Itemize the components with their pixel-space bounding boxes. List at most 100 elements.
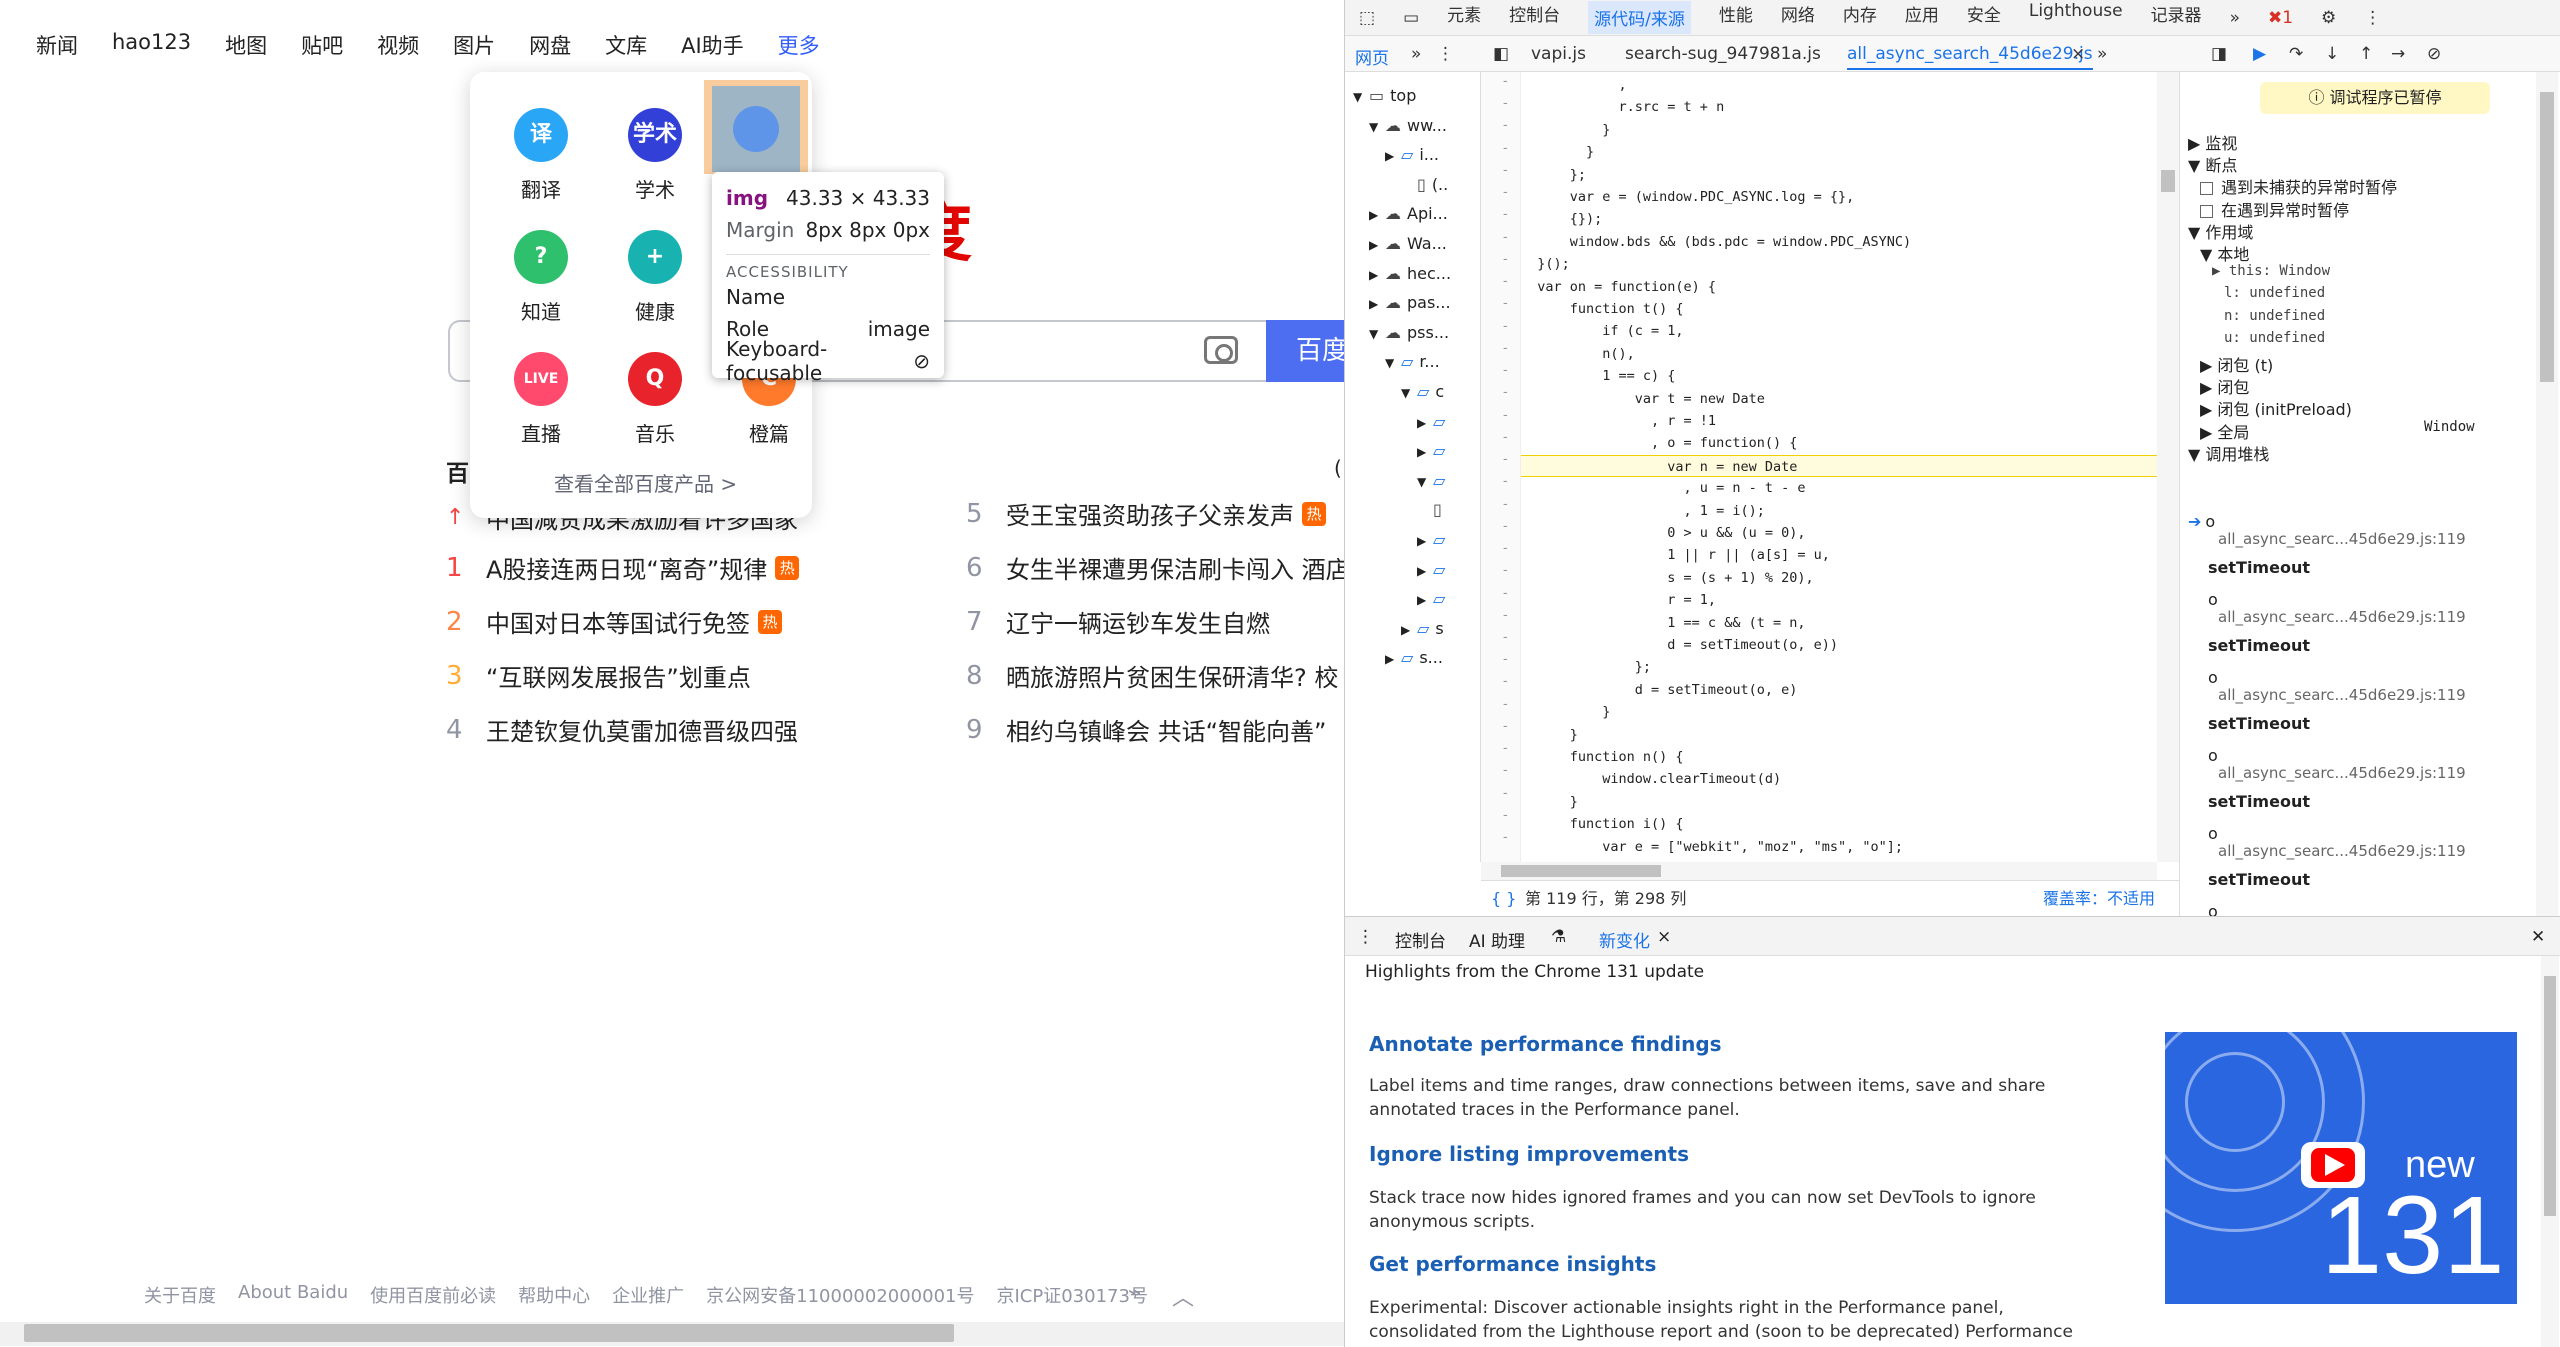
- tree-node[interactable]: ▼ ▱ c: [1401, 378, 1444, 406]
- hot-item[interactable]: 3 “互联网发展报告”划重点: [446, 658, 751, 693]
- tree-node[interactable]: ▼ ☁ ww...: [1369, 112, 1447, 140]
- drawer-tab-console[interactable]: 控制台: [1395, 927, 1446, 952]
- error-badge[interactable]: ✖1: [2268, 8, 2293, 28]
- whats-new-heading[interactable]: Ignore listing improvements: [1369, 1142, 1689, 1166]
- footer-link[interactable]: About Baidu: [238, 1282, 348, 1308]
- nav-item-2[interactable]: 地图: [225, 30, 267, 64]
- chevron-right-icon[interactable]: ▶: [1417, 438, 1433, 466]
- camera-icon[interactable]: [1204, 336, 1238, 364]
- debug-item[interactable]: 在遇到异常时暂停: [2200, 197, 2349, 221]
- gutter-dash[interactable]: -: [1503, 141, 1508, 156]
- gutter-dash[interactable]: -: [1503, 385, 1508, 400]
- chevron-right-icon[interactable]: ▶: [1401, 616, 1417, 644]
- sidebar-scroll-thumb[interactable]: [2540, 92, 2554, 382]
- gutter-dash[interactable]: -: [1503, 786, 1508, 801]
- tree-node[interactable]: ▼ ☁ pss...: [1369, 319, 1449, 347]
- chevron-right-icon[interactable]: ▶: [1417, 557, 1433, 585]
- chevron-down-icon[interactable]: ▼: [1369, 320, 1385, 348]
- devtools-tab-1[interactable]: 控制台: [1509, 1, 1560, 34]
- tree-node[interactable]: ▶ ▱: [1417, 526, 1451, 554]
- nav-item-5[interactable]: 图片: [453, 30, 495, 64]
- gutter-dash[interactable]: -: [1503, 541, 1508, 556]
- nav-item-3[interactable]: 贴吧: [301, 30, 343, 64]
- callstack-frame[interactable]: o all_async_searc...45d6e29.js:119: [2188, 668, 2528, 704]
- gutter-dash[interactable]: -: [1503, 763, 1508, 778]
- gutter-dash[interactable]: -: [1503, 408, 1508, 423]
- more-icon[interactable]: »: [1411, 44, 1421, 64]
- code-editor[interactable]: , r.src = t + n } } }; var e = (window.P…: [1521, 72, 2157, 862]
- footer-link[interactable]: 使用百度前必读: [370, 1282, 496, 1308]
- debug-item[interactable]: l: undefined: [2224, 285, 2325, 301]
- chevron-right-icon[interactable]: ▶: [1369, 290, 1385, 318]
- gutter-dash[interactable]: -: [1503, 118, 1508, 133]
- tree-node[interactable]: ▶ ☁ hec...: [1369, 260, 1451, 288]
- gutter-dash[interactable]: -: [1503, 719, 1508, 734]
- hot-search-refresh[interactable]: (: [1334, 456, 1342, 480]
- step-out-icon[interactable]: ↑: [2359, 44, 2373, 64]
- app-health[interactable]: + 健康: [610, 230, 700, 325]
- more-tabs-icon[interactable]: »: [2230, 8, 2240, 28]
- debug-item[interactable]: ▼ 调用堆栈: [2188, 441, 2269, 465]
- devtools-tab-2[interactable]: 源代码/来源: [1588, 1, 1691, 34]
- footer-link[interactable]: 京ICP证030173号: [997, 1282, 1148, 1308]
- chevron-down-icon[interactable]: ▼: [1353, 83, 1369, 111]
- deactivate-breakpoints-icon[interactable]: ⊘: [2427, 44, 2441, 64]
- gutter-dash[interactable]: -: [1503, 96, 1508, 111]
- debug-item[interactable]: ▶ 闭包 (t): [2200, 352, 2273, 376]
- gutter-dash[interactable]: -: [1503, 697, 1508, 712]
- gutter-dash[interactable]: -: [1503, 207, 1508, 222]
- tree-node[interactable]: ▼ ▭ top: [1353, 82, 1416, 110]
- pretty-print-icon[interactable]: { }: [1491, 881, 1516, 917]
- tree-node[interactable]: ▶ ▱: [1417, 556, 1451, 584]
- tree-node[interactable]: ▯ (..: [1401, 171, 1448, 199]
- devtools-tab-3[interactable]: 性能: [1719, 1, 1753, 34]
- chevron-right-icon[interactable]: ▶: [1385, 645, 1401, 673]
- chevron-right-icon[interactable]: ▶: [1417, 527, 1433, 555]
- close-drawer-icon[interactable]: ✕: [2531, 927, 2545, 947]
- tab-page[interactable]: 网页: [1355, 44, 1389, 69]
- nav-item-6[interactable]: 网盘: [529, 30, 571, 64]
- gutter-dash[interactable]: -: [1503, 341, 1508, 356]
- kebab-icon[interactable]: ⋮: [1437, 44, 1454, 64]
- device-toolbar-icon[interactable]: ▭: [1403, 8, 1419, 28]
- footer-link[interactable]: 企业推广: [612, 1282, 684, 1308]
- more-files-icon[interactable]: »: [2097, 44, 2107, 64]
- whats-new-heading[interactable]: Annotate performance findings: [1369, 1032, 1722, 1056]
- file-tab-all-async[interactable]: all_async_search_45d6e29.js: [1847, 44, 2093, 70]
- callstack-frame[interactable]: ➔ o all_async_searc...45d6e29.js:119: [2188, 512, 2528, 548]
- debug-item[interactable]: n: undefined: [2224, 308, 2325, 324]
- debug-item[interactable]: ▶ this: Window: [2212, 263, 2330, 279]
- hot-item[interactable]: 7 辽宁一辆运钞车发生自燃: [966, 604, 1270, 639]
- tree-node[interactable]: ▶ ▱ i...: [1385, 141, 1439, 169]
- checkbox[interactable]: [2200, 204, 2213, 218]
- chevron-right-icon[interactable]: ▶: [1417, 586, 1433, 614]
- tree-node[interactable]: ▼ ▱: [1417, 467, 1451, 495]
- devtools-tab-0[interactable]: 元素: [1447, 1, 1481, 34]
- devtools-tab-8[interactable]: Lighthouse: [2029, 1, 2123, 34]
- kebab-menu-icon[interactable]: ⋮: [2364, 8, 2381, 28]
- gutter-dash[interactable]: -: [1503, 474, 1508, 489]
- gutter-dash[interactable]: -: [1503, 674, 1508, 689]
- footer-link[interactable]: 帮助中心: [518, 1282, 590, 1308]
- file-tab-vapi[interactable]: vapi.js: [1531, 44, 1586, 64]
- search-button[interactable]: 百度: [1266, 320, 1344, 382]
- inspect-icon[interactable]: ⬚: [1359, 8, 1375, 28]
- chevron-down-icon[interactable]: ▼: [1401, 379, 1417, 407]
- step-over-icon[interactable]: ↷: [2289, 44, 2303, 64]
- chevron-right-icon[interactable]: ▶: [1417, 409, 1433, 437]
- resume-icon[interactable]: ▶: [2253, 44, 2266, 64]
- whatsnew-scrollbar[interactable]: [2541, 956, 2559, 1347]
- footer-link[interactable]: 关于百度: [144, 1282, 216, 1308]
- gutter-dash[interactable]: -: [1503, 430, 1508, 445]
- app-scholar[interactable]: 学术 学术: [610, 108, 700, 203]
- tree-node[interactable]: ▶ ☁ Api...: [1369, 200, 1448, 228]
- gutter-dash[interactable]: -: [1503, 319, 1508, 334]
- gutter-dash[interactable]: -: [1503, 163, 1508, 178]
- nav-more[interactable]: 更多: [778, 30, 820, 64]
- debug-item[interactable]: u: undefined: [2224, 330, 2325, 346]
- debug-item[interactable]: ▼ 作用域: [2188, 219, 2253, 243]
- gutter-dash[interactable]: -: [1503, 830, 1508, 845]
- debug-item[interactable]: ▶ 闭包 (initPreload): [2200, 396, 2352, 420]
- chevron-down-icon[interactable]: ▼: [1385, 349, 1401, 377]
- nav-item-7[interactable]: 文库: [605, 30, 647, 64]
